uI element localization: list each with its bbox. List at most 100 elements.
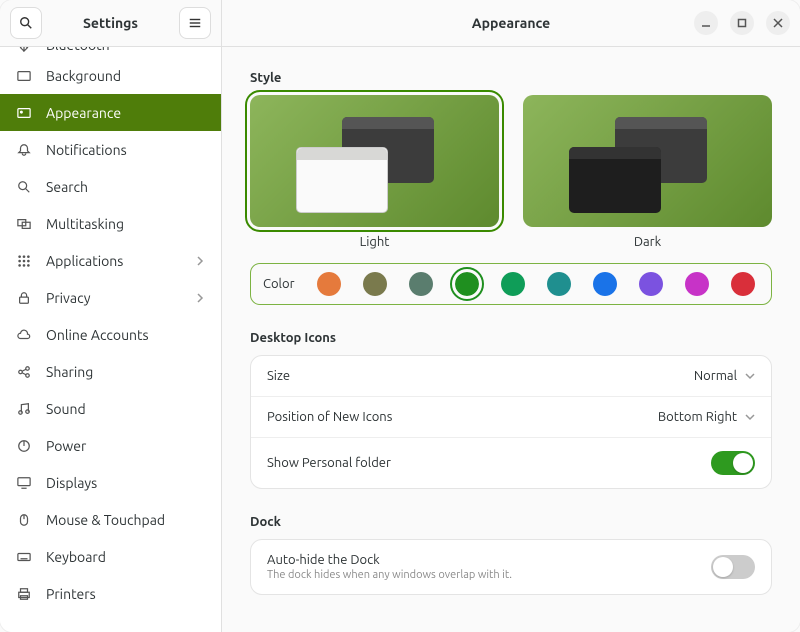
autohide-switch[interactable] bbox=[711, 555, 755, 579]
sidebar-item-privacy[interactable]: Privacy bbox=[0, 279, 221, 316]
position-label: Position of New Icons bbox=[267, 410, 392, 424]
printer-icon bbox=[16, 586, 32, 602]
chevron-down-icon bbox=[745, 412, 755, 422]
sidebar-item-mouse[interactable]: Mouse & Touchpad bbox=[0, 501, 221, 538]
sidebar-item-label: Appearance bbox=[46, 105, 121, 121]
menu-button[interactable] bbox=[179, 7, 211, 39]
dock-title: Dock bbox=[250, 515, 772, 529]
color-picker-row: Color bbox=[250, 263, 772, 305]
sidebar-item-label: Displays bbox=[46, 475, 97, 491]
color-swatch[interactable] bbox=[639, 272, 663, 296]
bluetooth-icon bbox=[16, 47, 32, 53]
color-swatch[interactable] bbox=[363, 272, 387, 296]
settings-title: Settings bbox=[50, 15, 171, 31]
sidebar-item-label: Printers bbox=[46, 586, 96, 602]
sidebar-item-sound[interactable]: Sound bbox=[0, 390, 221, 427]
music-icon bbox=[16, 401, 32, 417]
color-swatch[interactable] bbox=[685, 272, 709, 296]
autohide-row: Auto-hide the Dock The dock hides when a… bbox=[251, 540, 771, 594]
color-swatch[interactable] bbox=[593, 272, 617, 296]
sidebar-item-label: Notifications bbox=[46, 142, 127, 158]
apps-icon bbox=[16, 253, 32, 269]
close-icon bbox=[773, 18, 783, 28]
personal-folder-label: Show Personal folder bbox=[267, 456, 391, 470]
sidebar-item-label: Multitasking bbox=[46, 216, 124, 232]
color-swatch[interactable] bbox=[501, 272, 525, 296]
sidebar: Bluetooth Background Appearance Notifica… bbox=[0, 47, 222, 632]
sidebar-item-label: Privacy bbox=[46, 290, 90, 306]
color-swatch[interactable] bbox=[317, 272, 341, 296]
sidebar-item-notifications[interactable]: Notifications bbox=[0, 131, 221, 168]
sidebar-item-label: Background bbox=[46, 68, 121, 84]
style-light-label: Light bbox=[360, 235, 390, 249]
sidebar-item-label: Sound bbox=[46, 401, 86, 417]
keyboard-icon bbox=[16, 549, 32, 565]
style-light[interactable]: Light bbox=[250, 95, 499, 249]
sidebar-item-label: Applications bbox=[46, 253, 123, 269]
size-label: Size bbox=[267, 369, 290, 383]
position-value: Bottom Right bbox=[658, 410, 737, 424]
autohide-sub: The dock hides when any windows overlap … bbox=[267, 569, 512, 581]
style-section-title: Style bbox=[250, 71, 772, 85]
multitasking-icon bbox=[16, 216, 32, 232]
appearance-icon bbox=[16, 105, 32, 121]
color-swatch[interactable] bbox=[731, 272, 755, 296]
bell-icon bbox=[16, 142, 32, 158]
chevron-right-icon bbox=[195, 256, 205, 266]
sidebar-item-label: Mouse & Touchpad bbox=[46, 512, 165, 528]
sidebar-item-multitasking[interactable]: Multitasking bbox=[0, 205, 221, 242]
background-icon bbox=[16, 68, 32, 84]
sidebar-item-keyboard[interactable]: Keyboard bbox=[0, 538, 221, 575]
sidebar-item-label: Search bbox=[46, 179, 88, 195]
chevron-down-icon bbox=[745, 371, 755, 381]
dark-preview bbox=[523, 95, 772, 227]
share-icon bbox=[16, 364, 32, 380]
content-area: Style Light Dark Color Desktop Icons bbox=[222, 47, 800, 632]
sidebar-item-applications[interactable]: Applications bbox=[0, 242, 221, 279]
personal-folder-row: Show Personal folder bbox=[251, 438, 771, 488]
color-label: Color bbox=[263, 277, 295, 291]
autohide-label: Auto-hide the Dock bbox=[267, 553, 512, 567]
light-preview bbox=[250, 95, 499, 227]
sidebar-item-label: Keyboard bbox=[46, 549, 106, 565]
position-row[interactable]: Position of New Icons Bottom Right bbox=[251, 397, 771, 438]
sidebar-item-appearance[interactable]: Appearance bbox=[0, 94, 221, 131]
hamburger-icon bbox=[188, 16, 202, 30]
style-dark[interactable]: Dark bbox=[523, 95, 772, 249]
sidebar-item-power[interactable]: Power bbox=[0, 427, 221, 464]
sidebar-item-label: Power bbox=[46, 438, 86, 454]
minimize-icon bbox=[701, 18, 711, 28]
color-swatch[interactable] bbox=[455, 272, 479, 296]
search-icon bbox=[16, 179, 32, 195]
sidebar-item-label: Online Accounts bbox=[46, 327, 149, 343]
sidebar-item-printers[interactable]: Printers bbox=[0, 575, 221, 612]
sidebar-item-background[interactable]: Background bbox=[0, 57, 221, 94]
page-title: Appearance bbox=[472, 15, 550, 31]
sidebar-item-label: Sharing bbox=[46, 364, 93, 380]
maximize-button[interactable] bbox=[730, 11, 754, 35]
search-icon bbox=[19, 16, 33, 30]
chevron-right-icon bbox=[195, 293, 205, 303]
sidebar-item-online-accounts[interactable]: Online Accounts bbox=[0, 316, 221, 353]
power-icon bbox=[16, 438, 32, 454]
size-row[interactable]: Size Normal bbox=[251, 356, 771, 397]
mouse-icon bbox=[16, 512, 32, 528]
style-dark-label: Dark bbox=[634, 235, 661, 249]
display-icon bbox=[16, 475, 32, 491]
cloud-icon bbox=[16, 327, 32, 343]
desktop-icons-title: Desktop Icons bbox=[250, 331, 772, 345]
sidebar-item-displays[interactable]: Displays bbox=[0, 464, 221, 501]
size-value: Normal bbox=[694, 369, 737, 383]
minimize-button[interactable] bbox=[694, 11, 718, 35]
lock-icon bbox=[16, 290, 32, 306]
close-button[interactable] bbox=[766, 11, 790, 35]
sidebar-item-sharing[interactable]: Sharing bbox=[0, 353, 221, 390]
sidebar-item-bluetooth[interactable]: Bluetooth bbox=[0, 47, 221, 57]
sidebar-item-label: Bluetooth bbox=[46, 47, 110, 53]
color-swatch[interactable] bbox=[547, 272, 571, 296]
color-swatch[interactable] bbox=[409, 272, 433, 296]
sidebar-item-search[interactable]: Search bbox=[0, 168, 221, 205]
personal-folder-switch[interactable] bbox=[711, 451, 755, 475]
search-button[interactable] bbox=[10, 7, 42, 39]
maximize-icon bbox=[737, 18, 747, 28]
